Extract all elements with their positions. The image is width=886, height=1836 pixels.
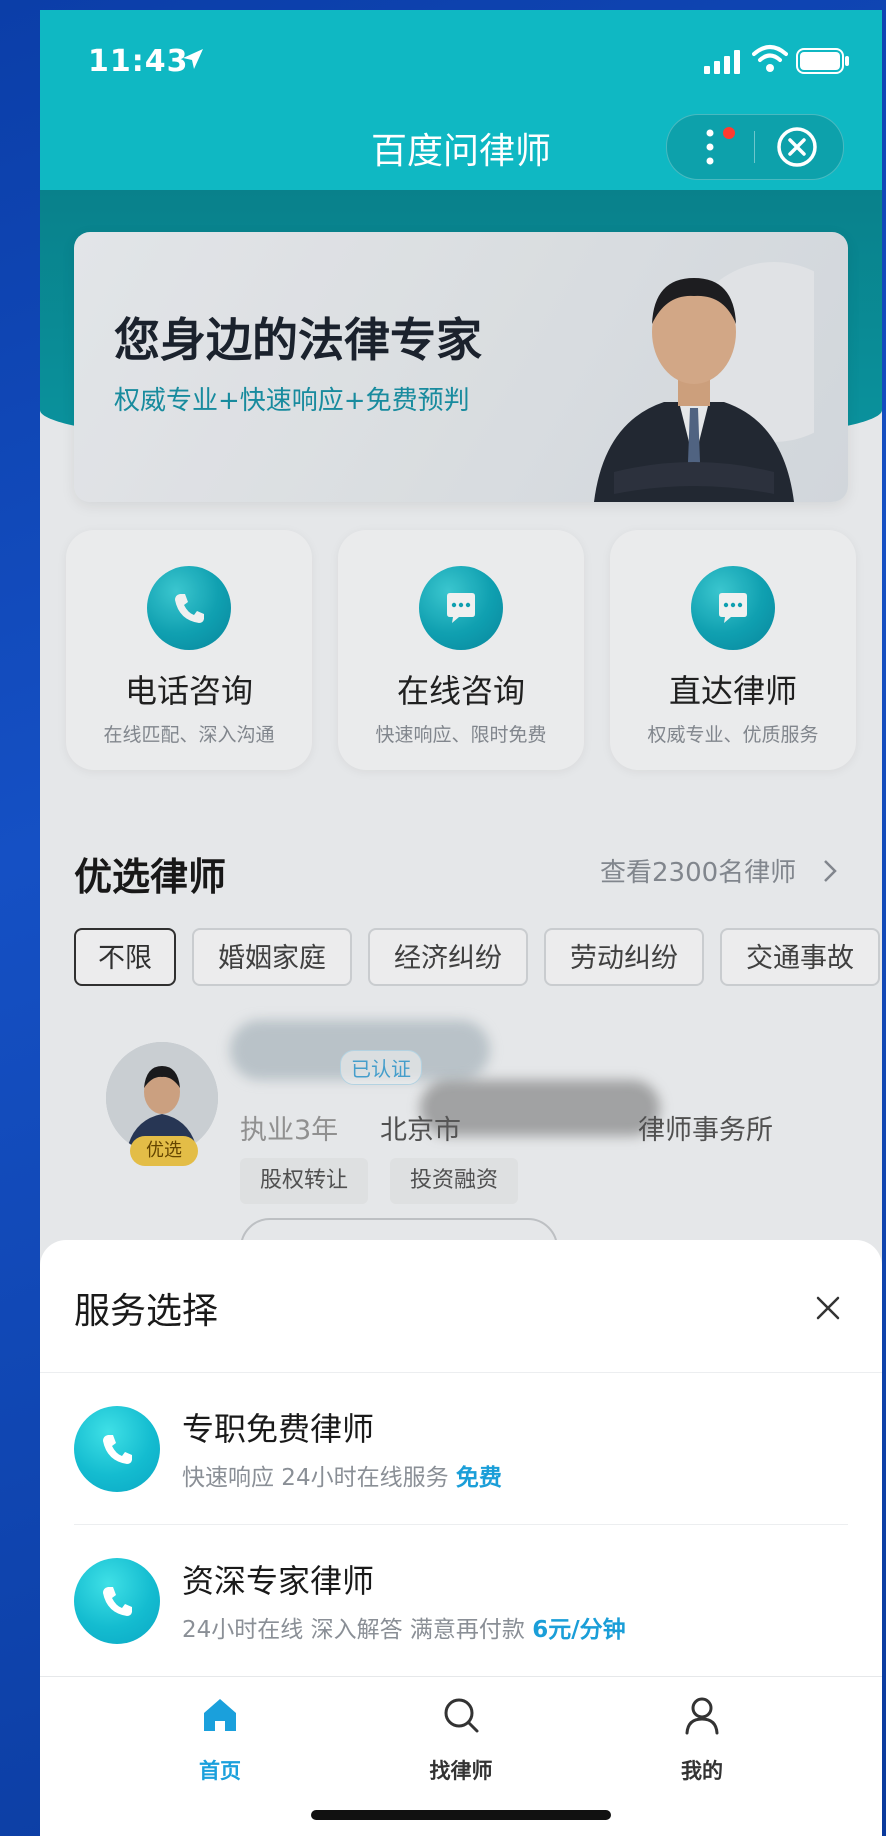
close-mini-program-button[interactable] (755, 115, 843, 179)
home-icon (204, 1699, 236, 1731)
user-icon (685, 1697, 719, 1735)
tab-label: 找律师 (429, 1759, 493, 1783)
home-indicator[interactable] (311, 1810, 611, 1820)
option-desc-text: 24小时在线 深入解答 满意再付款 (182, 1617, 525, 1643)
option-desc: 快速响应 24小时在线服务 免费 (182, 1458, 502, 1492)
phone-screen: 11:43 百度问律师 您身边的法律专家 权威专业+快速响应+免费预判 电话咨询… (40, 10, 882, 1836)
tab-mine[interactable]: 我的 (602, 1677, 802, 1797)
mini-program-capsule (666, 114, 844, 180)
more-vertical-icon (706, 129, 714, 165)
option-price: 6元/分钟 (532, 1617, 626, 1643)
battery-icon (796, 48, 849, 74)
wifi-icon (752, 45, 788, 72)
tab-home[interactable]: 首页 (120, 1677, 320, 1797)
close-icon[interactable] (814, 1294, 842, 1322)
tab-label: 首页 (199, 1759, 241, 1783)
top-bar: 11:43 百度问律师 (40, 10, 882, 190)
option-desc: 24小时在线 深入解答 满意再付款 6元/分钟 (182, 1610, 626, 1644)
sheet-title: 服务选择 (74, 1291, 219, 1332)
notification-dot (723, 127, 735, 139)
option-desc-text: 快速响应 24小时在线服务 (182, 1465, 449, 1491)
search-icon (444, 1698, 479, 1733)
tab-label: 我的 (681, 1759, 723, 1783)
location-arrow-icon (183, 49, 203, 69)
option-title: 资深专家律师 (182, 1562, 375, 1600)
phone-icon (74, 1558, 160, 1644)
option-title: 专职免费律师 (182, 1410, 375, 1448)
close-circle-icon (777, 127, 817, 167)
service-select-sheet: 服务选择 专职免费律师 快速响应 24小时在线服务 免费 资深专家律师 24小时… (40, 1240, 882, 1676)
option-price: 免费 (455, 1465, 502, 1491)
tab-find-lawyer[interactable]: 找律师 (361, 1677, 561, 1797)
divider (40, 1372, 882, 1373)
phone-icon (74, 1406, 160, 1492)
more-button[interactable] (667, 115, 754, 179)
status-time: 11:43 (88, 44, 189, 79)
divider (74, 1524, 848, 1525)
signal-icon (704, 50, 740, 74)
